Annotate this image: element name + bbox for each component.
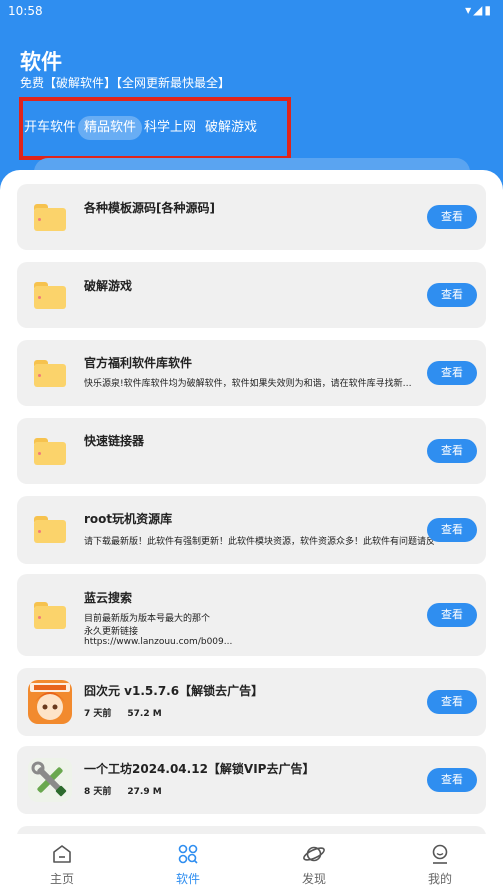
item-meta: 7 天前 57.2 M [84,706,178,719]
view-button[interactable]: 查看 [427,603,477,627]
view-button[interactable]: 查看 [427,518,477,542]
item-title: 快速链接器 [84,434,145,448]
apps-icon [178,844,198,864]
nav-discover-label: 发现 [301,872,326,886]
nav-home[interactable]: 主页 [22,842,102,887]
nav-mine-label: 我的 [427,872,452,886]
tab-pojie-youxi[interactable]: 破解游戏 [205,116,257,140]
folder-icon [34,204,66,231]
status-bar: 10:58 ▾◢▮ [0,0,503,22]
item-time: 8 天前 [84,787,112,797]
planet-icon [303,846,325,862]
nav-mine[interactable]: 我的 [400,842,480,887]
list-item[interactable]: 官方福利软件库软件 快乐源泉!软件库软件均为破解软件，软件如果失效则为和谐，请在… [17,340,486,406]
nav-discover[interactable]: 发现 [274,842,354,887]
list-item[interactable]: 一个工坊2024.04.12【解锁VIP去广告】 8 天前 27.9 M 查看 [17,746,486,814]
item-title: 破解游戏 [84,279,133,293]
content-panel[interactable]: 各种模板源码[各种源码] 查看 破解游戏 查看 官方福利软件库软件 快乐源泉!软… [0,170,503,834]
home-icon [53,845,71,863]
nav-home-label: 主页 [49,872,74,886]
app-icon-jiongciyuan [28,680,72,724]
nav-software-label: 软件 [175,872,200,886]
item-size: 27.9 M [127,787,162,797]
folder-icon [34,602,66,629]
list-item[interactable]: root玩机资源库 请下载最新版！此软件有强制更新！此软件模块资源，软件资源众多… [17,496,486,564]
page-subtitle: 免费【破解软件】【全网更新最快最全】 [20,76,231,90]
folder-icon [34,438,66,465]
folder-icon [34,516,66,543]
tab-kaiche[interactable]: 开车软件 [24,116,76,140]
view-button[interactable]: 查看 [427,361,477,385]
bottom-navigation: 主页 软件 发现 我的 [0,834,503,894]
item-time: 7 天前 [84,709,112,719]
status-icons: ▾◢▮ [465,3,493,17]
tools-icon [28,758,72,802]
item-title: root玩机资源库 [84,512,173,526]
view-button[interactable]: 查看 [427,205,477,229]
tab-kexue[interactable]: 科学上网 [144,116,196,140]
item-meta: 8 天前 27.9 M [84,784,178,797]
list-item[interactable] [17,826,486,834]
list-item[interactable]: 囧次元 v1.5.7.6【解锁去广告】 7 天前 57.2 M 查看 [17,668,486,736]
list-item[interactable]: 各种模板源码[各种源码] 查看 [17,184,486,250]
view-button[interactable]: 查看 [427,690,477,714]
tab-jingpin[interactable]: 精品软件 [78,116,143,140]
item-title: 一个工坊2024.04.12【解锁VIP去广告】 [84,762,315,776]
item-title: 官方福利软件库软件 [84,356,193,370]
nav-software[interactable]: 软件 [148,842,228,887]
item-description: 快乐源泉!软件库软件均为破解软件，软件如果失效则为和谐，请在软件库寻找新版... [84,379,420,389]
item-link: https://www.lanzouu.com/b009... [84,637,233,647]
item-size: 57.2 M [127,709,162,719]
list-item[interactable]: 快速链接器 查看 [17,418,486,484]
item-description: 请下载最新版！此软件有强制更新！此软件模块资源，软件资源众多！此软件有问题请反 [84,537,434,547]
list-item[interactable]: 蓝云搜索 目前最新版为版本号最大的那个 永久更新链接 https://www.l… [17,574,486,656]
item-title: 蓝云搜索 [84,591,133,605]
folder-icon [34,282,66,309]
item-description: 永久更新链接 [84,627,139,637]
list-item[interactable]: 破解游戏 查看 [17,262,486,328]
item-title: 囧次元 v1.5.7.6【解锁去广告】 [84,684,264,698]
page-title: 软件 [20,50,62,74]
profile-icon [432,844,448,864]
view-button[interactable]: 查看 [427,283,477,307]
view-button[interactable]: 查看 [427,768,477,792]
status-time: 10:58 [8,4,43,18]
folder-icon [34,360,66,387]
item-description: 目前最新版为版本号最大的那个 [84,614,211,624]
view-button[interactable]: 查看 [427,439,477,463]
item-title: 各种模板源码[各种源码] [84,201,215,215]
